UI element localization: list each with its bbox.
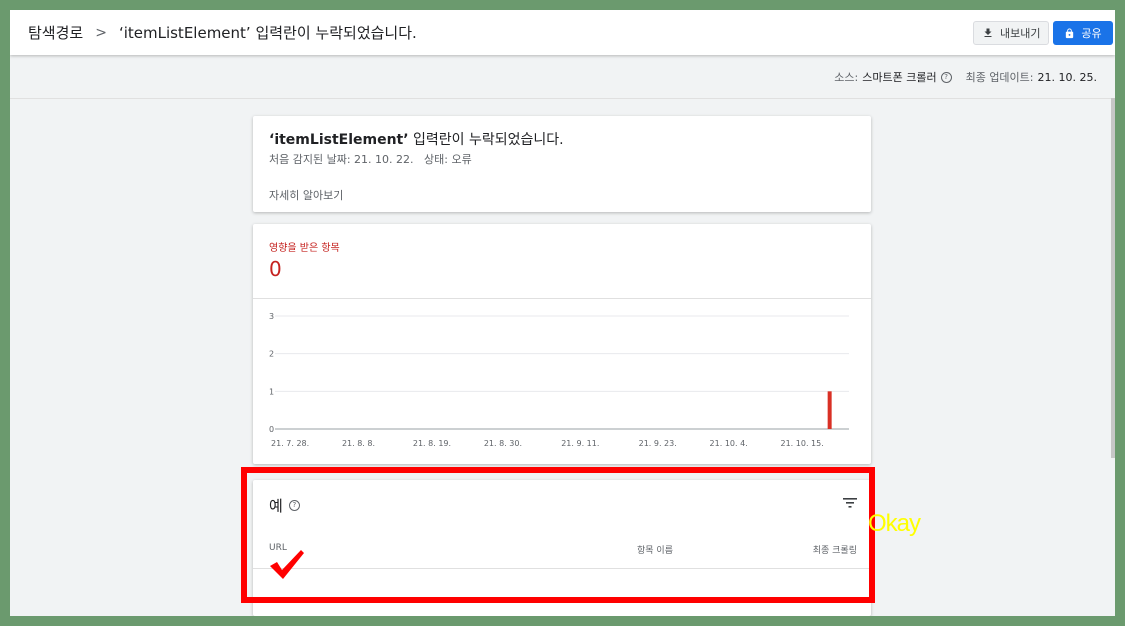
share-label: 공유 [1081, 27, 1102, 40]
updated-value: 21. 10. 25. [1037, 70, 1097, 84]
x-tick-label: 21. 9. 23. [639, 439, 677, 448]
breadcrumb-current: ‘itemListElement’ 입력란이 누락되었습니다. [118, 24, 417, 42]
x-tick-label: 21. 8. 30. [484, 439, 522, 448]
lock-icon [1066, 27, 1074, 38]
issue-meta: 처음 감지된 날짜: 21. 10. 22. 상태: 오류 [269, 151, 472, 167]
scrollbar[interactable] [1111, 98, 1115, 458]
updated-label: 최종 업데이트: [965, 71, 1034, 84]
y-tick-label: 3 [269, 312, 274, 321]
checkmark-icon [270, 550, 304, 579]
y-tick-label: 2 [269, 350, 274, 359]
breadcrumb-root[interactable]: 탐색경로 [28, 22, 83, 43]
share-button[interactable]: 공유 [1053, 21, 1113, 45]
issue-title: ‘itemListElement’ 입력란이 누락되었습니다. [269, 129, 564, 149]
issue-title-field: ‘itemListElement’ [269, 132, 409, 148]
source-info: 소스: 스마트폰 크롤러 ? 최종 업데이트: 21. 10. 25. [834, 69, 1097, 85]
x-tick-label: 21. 10. 4. [710, 439, 748, 448]
y-tick-label: 1 [269, 387, 274, 396]
affected-label: 영향을 받은 항목 [269, 243, 340, 254]
export-button[interactable]: 내보내기 [973, 21, 1050, 45]
affected-count: 0 [269, 257, 282, 281]
affected-items-card: 영향을 받은 항목 0 0 1 2 3 21. 7. 28. 21. 8. 8. 21. 8… [253, 224, 871, 464]
status-label: 상태: [424, 153, 448, 166]
source-value: 스마트폰 크롤러 [862, 71, 937, 84]
info-bar: 소스: 스마트폰 크롤러 ? 최종 업데이트: 21. 10. 25. [10, 55, 1115, 99]
x-tick-label: 21. 8. 8. [342, 439, 375, 448]
export-label: 내보내기 [1000, 27, 1041, 40]
issue-title-rest: 입력란이 누락되었습니다. [408, 132, 564, 148]
chart-bar[interactable] [827, 391, 832, 429]
x-tick-label: 21. 10. 15. [781, 439, 824, 448]
source-label: 소스: [834, 71, 859, 84]
first-detected-value: 21. 10. 22. [354, 153, 414, 166]
top-bar: 탐색경로 > ‘itemListElement’ 입력란이 누락되었습니다. 내… [10, 10, 1115, 55]
annotation-box [241, 467, 875, 603]
learn-more-link[interactable]: 자세히 알아보기 [269, 187, 343, 203]
help-icon[interactable]: ? [940, 71, 952, 83]
affected-chart: 0 1 2 3 21. 7. 28. 21. 8. 8. 21. 8. 19. 21. 8. … [269, 312, 849, 448]
breadcrumb: 탐색경로 > ‘itemListElement’ 입력란이 누락되었습니다. [28, 22, 417, 43]
y-tick-label: 0 [269, 425, 274, 434]
status-value: 오류 [451, 153, 472, 166]
breadcrumb-separator: > [95, 24, 107, 41]
x-tick-label: 21. 7. 28. [271, 439, 309, 448]
x-tick-label: 21. 9. 11. [561, 439, 599, 448]
x-tick-label: 21. 8. 19. [413, 439, 451, 448]
issue-summary-card: ‘itemListElement’ 입력란이 누락되었습니다. 처음 감지된 날… [253, 116, 871, 212]
okay-annotation: Okay [868, 510, 921, 537]
first-detected-label: 처음 감지된 날짜: [269, 153, 351, 166]
download-icon [984, 28, 992, 37]
